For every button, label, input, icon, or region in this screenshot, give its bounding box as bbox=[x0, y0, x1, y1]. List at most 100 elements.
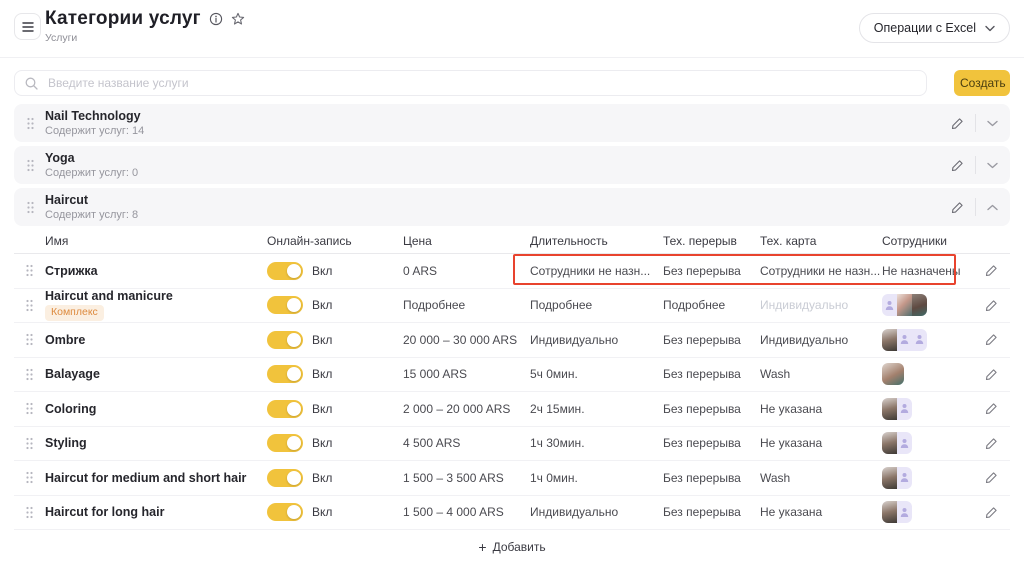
employees-cell bbox=[882, 432, 985, 454]
column-header-name: Имя bbox=[45, 234, 267, 248]
edit-service-button[interactable] bbox=[985, 471, 1010, 484]
price-cell: Подробнее bbox=[403, 298, 530, 312]
edit-category-button[interactable] bbox=[951, 201, 964, 214]
category-name: Nail Technology bbox=[45, 108, 144, 124]
excel-operations-button[interactable]: Операции с Excel bbox=[859, 13, 1010, 43]
category-subtitle: Содержит услуг: 0 bbox=[45, 166, 138, 180]
avatar-photo bbox=[897, 294, 912, 316]
pencil-icon bbox=[985, 333, 998, 346]
avatar-placeholder bbox=[912, 329, 927, 351]
person-icon bbox=[900, 507, 909, 518]
column-header-online: Онлайн-запись bbox=[267, 234, 403, 248]
search-input[interactable] bbox=[46, 75, 916, 91]
category-card-nail-technology[interactable]: Nail Technology Содержит услуг: 14 bbox=[14, 104, 1010, 142]
edit-service-button[interactable] bbox=[985, 402, 1010, 415]
edit-service-button[interactable] bbox=[985, 368, 1010, 381]
table-header: Имя Онлайн-запись Цена Длительность Тех.… bbox=[14, 228, 1010, 254]
divider bbox=[975, 156, 976, 174]
break-cell: Без перерыва bbox=[663, 264, 760, 278]
edit-service-button[interactable] bbox=[985, 299, 1010, 312]
online-booking-label: Вкл bbox=[312, 471, 332, 485]
search-box[interactable] bbox=[14, 70, 927, 96]
category-subtitle: Содержит услуг: 14 bbox=[45, 124, 144, 138]
online-booking-toggle[interactable] bbox=[267, 434, 303, 452]
divider bbox=[975, 114, 976, 132]
person-icon bbox=[900, 438, 909, 449]
edit-service-button[interactable] bbox=[985, 506, 1010, 519]
pencil-icon bbox=[985, 437, 998, 450]
duration-cell: Сотрудники не назн... bbox=[530, 264, 663, 278]
duration-cell: 2ч 15мин. bbox=[530, 402, 663, 416]
person-icon bbox=[900, 334, 909, 345]
drag-handle-icon[interactable] bbox=[14, 437, 45, 450]
online-booking-toggle[interactable] bbox=[267, 503, 303, 521]
column-header-card: Тех. карта bbox=[760, 234, 882, 248]
create-button[interactable]: Создать bbox=[954, 70, 1010, 96]
employees-cell: Не назначены bbox=[882, 264, 985, 278]
edit-category-button[interactable] bbox=[951, 117, 964, 130]
employees-cell bbox=[882, 363, 985, 385]
drag-handle-icon[interactable] bbox=[14, 402, 45, 415]
service-name: Стрижка bbox=[45, 264, 267, 278]
service-name: Styling bbox=[45, 436, 267, 450]
avatar-group bbox=[882, 432, 912, 454]
drag-handle-icon[interactable] bbox=[14, 299, 45, 312]
edit-service-button[interactable] bbox=[985, 264, 1010, 277]
drag-handle-icon[interactable] bbox=[14, 471, 45, 484]
tech-card-cell: Не указана bbox=[760, 402, 882, 416]
price-cell: 20 000 – 30 000 ARS bbox=[403, 333, 530, 347]
edit-category-button[interactable] bbox=[951, 159, 964, 172]
person-icon bbox=[885, 300, 894, 311]
pencil-icon bbox=[985, 368, 998, 381]
online-booking-toggle[interactable] bbox=[267, 400, 303, 418]
category-card-yoga[interactable]: Yoga Содержит услуг: 0 bbox=[14, 146, 1010, 184]
online-booking-toggle[interactable] bbox=[267, 365, 303, 383]
expand-category-button[interactable] bbox=[987, 162, 998, 169]
breadcrumb: Услуги bbox=[45, 32, 245, 44]
excel-operations-label: Операции с Excel bbox=[874, 21, 976, 35]
avatar-placeholder bbox=[897, 467, 912, 489]
duration-cell: Индивидуально bbox=[530, 333, 663, 347]
title-block: Категории услуг Услуги bbox=[45, 9, 245, 44]
add-service-button[interactable]: + Добавить bbox=[14, 540, 1010, 554]
drag-handle-icon[interactable] bbox=[14, 368, 45, 381]
pencil-icon bbox=[985, 299, 998, 312]
drag-handle-icon[interactable] bbox=[14, 506, 45, 519]
services-table: Имя Онлайн-запись Цена Длительность Тех.… bbox=[14, 228, 1010, 554]
employees-cell bbox=[882, 467, 985, 489]
duration-cell: Подробнее bbox=[530, 298, 663, 312]
category-card-haircut[interactable]: Haircut Содержит услуг: 8 bbox=[14, 188, 1010, 226]
avatar-photo bbox=[882, 432, 897, 454]
tech-card-cell: Wash bbox=[760, 471, 882, 485]
edit-service-button[interactable] bbox=[985, 333, 1010, 346]
drag-handle-icon[interactable] bbox=[22, 117, 38, 130]
drag-handle-icon[interactable] bbox=[22, 201, 38, 214]
category-text: Haircut Содержит услуг: 8 bbox=[45, 192, 138, 223]
online-booking-label: Вкл bbox=[312, 264, 332, 278]
favorite-star-icon[interactable] bbox=[231, 12, 245, 26]
service-name: Haircut for long hair bbox=[45, 505, 267, 519]
duration-cell: 1ч 30мин. bbox=[530, 436, 663, 450]
drag-handle-icon[interactable] bbox=[22, 159, 38, 172]
drag-handle-icon[interactable] bbox=[14, 264, 45, 277]
employees-cell bbox=[882, 501, 985, 523]
avatar-group bbox=[882, 398, 912, 420]
employees-cell bbox=[882, 294, 985, 316]
info-icon[interactable] bbox=[209, 12, 223, 26]
online-booking-toggle[interactable] bbox=[267, 262, 303, 280]
expand-category-button[interactable] bbox=[987, 120, 998, 127]
avatar-placeholder bbox=[897, 398, 912, 420]
price-cell: 15 000 ARS bbox=[403, 367, 530, 381]
table-row: Styling Вкл 4 500 ARS 1ч 30мин. Без пере… bbox=[14, 427, 1010, 462]
tech-card-cell: Индивидуально bbox=[760, 298, 882, 312]
category-list: Nail Technology Содержит услуг: 14 Yoga … bbox=[14, 104, 1010, 226]
collapse-category-button[interactable] bbox=[987, 204, 998, 211]
drag-handle-icon[interactable] bbox=[14, 333, 45, 346]
edit-service-button[interactable] bbox=[985, 437, 1010, 450]
hamburger-menu-button[interactable] bbox=[14, 13, 41, 40]
online-booking-toggle[interactable] bbox=[267, 469, 303, 487]
online-booking-toggle[interactable] bbox=[267, 331, 303, 349]
online-booking-label: Вкл bbox=[312, 505, 332, 519]
category-text: Yoga Содержит услуг: 0 bbox=[45, 150, 138, 181]
online-booking-toggle[interactable] bbox=[267, 296, 303, 314]
